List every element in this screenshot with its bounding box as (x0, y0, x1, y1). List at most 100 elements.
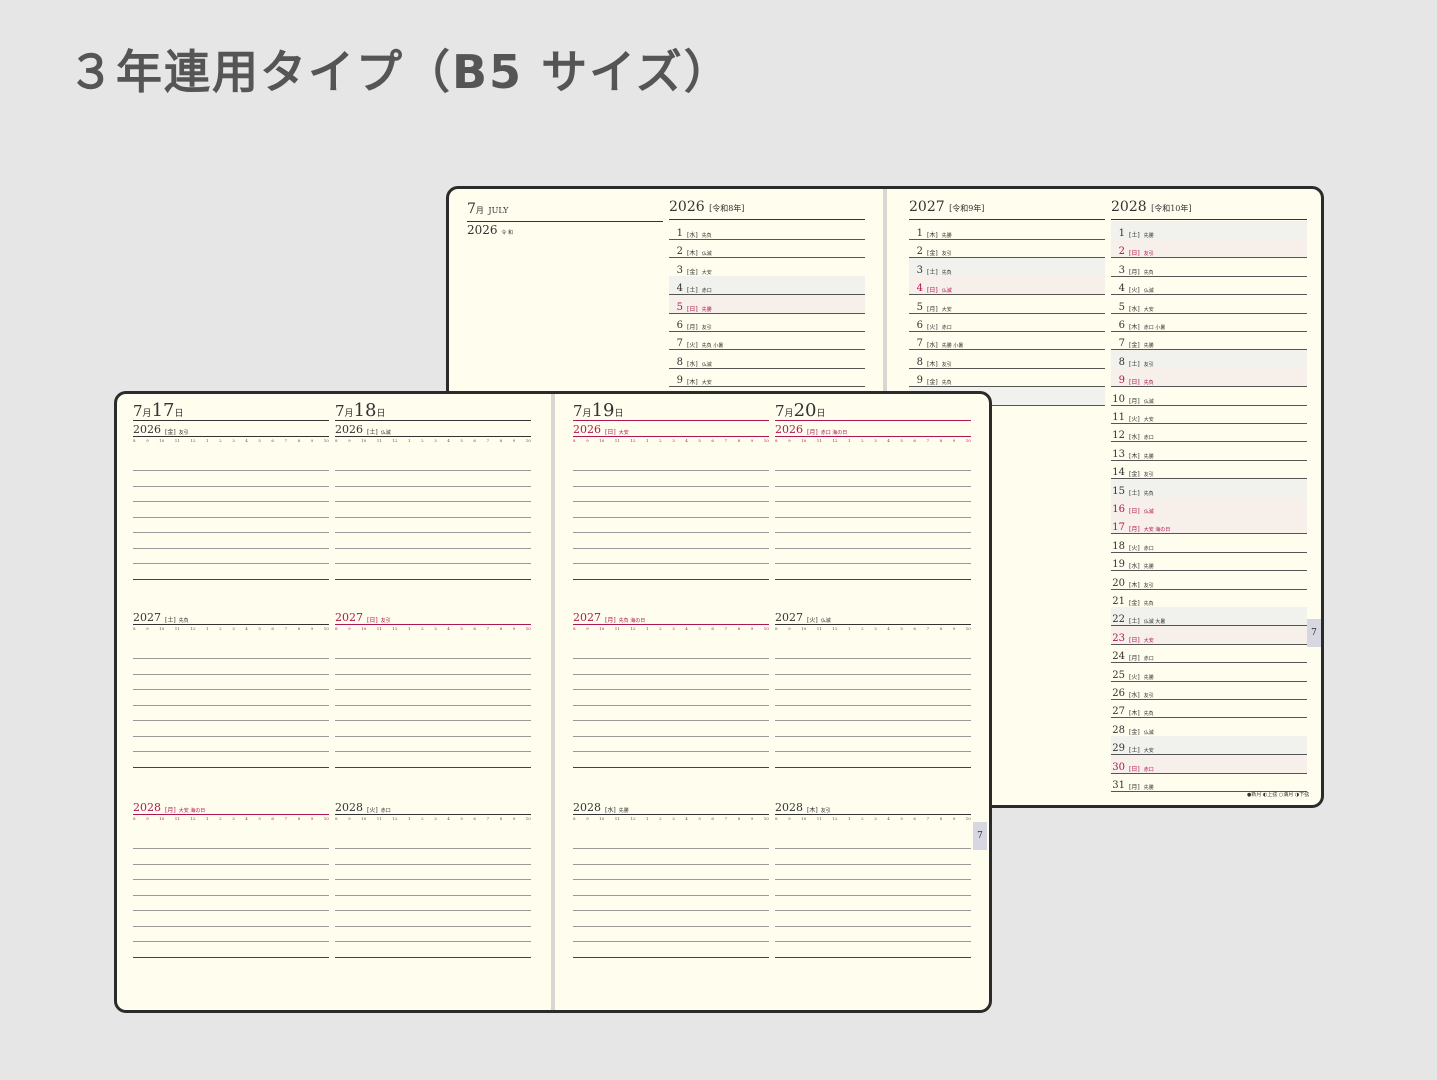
writing-line[interactable] (335, 673, 531, 675)
writing-line[interactable] (573, 689, 769, 690)
writing-line[interactable] (775, 848, 971, 849)
month-tab[interactable]: 7 (1307, 619, 1321, 647)
writing-line[interactable] (775, 910, 971, 911)
writing-line[interactable] (335, 501, 531, 502)
writing-line[interactable] (133, 689, 329, 690)
writing-line[interactable] (133, 470, 329, 471)
writing-line[interactable] (133, 766, 329, 768)
writing-line[interactable] (133, 735, 329, 737)
writing-line[interactable] (573, 925, 769, 927)
writing-line[interactable] (133, 516, 329, 518)
writing-line[interactable] (573, 751, 769, 752)
writing-line[interactable] (775, 485, 971, 487)
writing-line[interactable] (335, 751, 531, 752)
writing-line[interactable] (775, 658, 971, 659)
month-tab[interactable]: 7 (973, 822, 987, 850)
writing-line[interactable] (335, 956, 531, 958)
writing-line[interactable] (133, 704, 329, 706)
writing-line[interactable] (335, 689, 531, 690)
writing-line[interactable] (335, 910, 531, 911)
writing-line[interactable] (573, 848, 769, 849)
writing-line[interactable] (573, 501, 769, 502)
writing-line[interactable] (335, 516, 531, 518)
writing-line[interactable] (573, 470, 769, 471)
writing-line[interactable] (573, 956, 769, 958)
writing-line[interactable] (335, 879, 531, 880)
writing-line[interactable] (775, 470, 971, 471)
writing-line[interactable] (133, 910, 329, 911)
writing-line[interactable] (335, 894, 531, 896)
writing-line[interactable] (775, 563, 971, 564)
writing-line[interactable] (335, 704, 531, 706)
writing-line[interactable] (775, 720, 971, 721)
writing-line[interactable] (775, 547, 971, 549)
writing-line[interactable] (335, 925, 531, 927)
writing-line[interactable] (775, 673, 971, 675)
writing-line[interactable] (573, 735, 769, 737)
writing-line[interactable] (133, 532, 329, 533)
writing-line[interactable] (775, 516, 971, 518)
writing-line[interactable] (775, 501, 971, 502)
writing-line[interactable] (335, 547, 531, 549)
writing-line[interactable] (573, 547, 769, 549)
writing-line[interactable] (335, 532, 531, 533)
writing-line[interactable] (133, 751, 329, 752)
writing-line[interactable] (775, 735, 971, 737)
writing-line[interactable] (775, 956, 971, 958)
writing-line[interactable] (133, 720, 329, 721)
writing-line[interactable] (573, 673, 769, 675)
writing-line[interactable] (335, 720, 531, 721)
writing-line[interactable] (335, 766, 531, 768)
writing-line[interactable] (573, 766, 769, 768)
writing-line[interactable] (335, 578, 531, 580)
writing-line[interactable] (133, 863, 329, 865)
writing-line[interactable] (133, 485, 329, 487)
writing-line[interactable] (775, 689, 971, 690)
writing-line[interactable] (573, 563, 769, 564)
writing-line[interactable] (133, 879, 329, 880)
writing-line[interactable] (573, 879, 769, 880)
writing-line[interactable] (133, 941, 329, 942)
writing-line[interactable] (133, 547, 329, 549)
writing-line[interactable] (335, 735, 531, 737)
writing-line[interactable] (133, 658, 329, 659)
writing-line[interactable] (573, 863, 769, 865)
writing-line[interactable] (775, 894, 971, 896)
writing-line[interactable] (133, 501, 329, 502)
writing-line[interactable] (573, 910, 769, 911)
writing-line[interactable] (573, 941, 769, 942)
writing-line[interactable] (573, 894, 769, 896)
writing-line[interactable] (573, 485, 769, 487)
writing-line[interactable] (335, 658, 531, 659)
writing-line[interactable] (573, 658, 769, 659)
writing-line[interactable] (775, 941, 971, 942)
writing-line[interactable] (133, 848, 329, 849)
writing-line[interactable] (335, 485, 531, 487)
writing-line[interactable] (775, 578, 971, 580)
writing-line[interactable] (133, 894, 329, 896)
writing-line[interactable] (133, 925, 329, 927)
writing-line[interactable] (335, 863, 531, 865)
writing-line[interactable] (775, 751, 971, 752)
weekday: [日] (367, 617, 378, 624)
writing-line[interactable] (775, 925, 971, 927)
writing-line[interactable] (335, 941, 531, 942)
writing-line[interactable] (775, 532, 971, 533)
writing-line[interactable] (573, 532, 769, 533)
hour-ticks: 8 9 10 11 12 1 2 3 4 5 6 7 8 9 10 (775, 817, 971, 823)
writing-line[interactable] (335, 470, 531, 471)
writing-line[interactable] (573, 516, 769, 518)
writing-line[interactable] (573, 720, 769, 721)
writing-line[interactable] (573, 704, 769, 706)
writing-line[interactable] (775, 879, 971, 880)
writing-line[interactable] (335, 848, 531, 849)
writing-line[interactable] (133, 673, 329, 675)
writing-line[interactable] (133, 578, 329, 580)
writing-line[interactable] (133, 563, 329, 564)
writing-line[interactable] (775, 766, 971, 768)
writing-line[interactable] (573, 578, 769, 580)
writing-line[interactable] (775, 704, 971, 706)
writing-line[interactable] (775, 863, 971, 865)
writing-line[interactable] (335, 563, 531, 564)
writing-line[interactable] (133, 956, 329, 958)
